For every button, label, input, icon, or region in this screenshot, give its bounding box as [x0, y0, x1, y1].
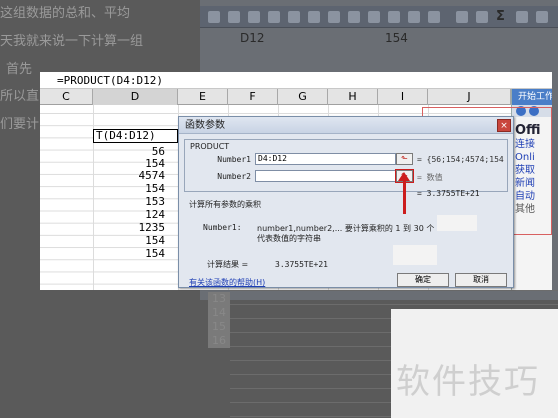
bg-text-line-3: 首先	[6, 62, 33, 77]
cell-value[interactable]: 124	[95, 209, 165, 221]
toolbar-icon	[248, 11, 260, 23]
autosum-icon: Σ	[496, 9, 505, 24]
bg-name-box: D12	[240, 31, 265, 45]
toolbar-icon	[368, 11, 380, 23]
dialog-title: 函数参数	[179, 117, 513, 134]
number2-label: Number2	[217, 172, 251, 181]
help-link[interactable]: 有关该函数的帮助(H)	[189, 277, 265, 288]
toolbar-icon	[516, 11, 528, 23]
toolbar-icon	[348, 11, 360, 23]
collapse-dialog-button[interactable]: ⬑	[396, 153, 413, 165]
number1-input[interactable]: D4:D12	[255, 153, 396, 165]
cell-value[interactable]: 4574	[95, 170, 166, 182]
cancel-button[interactable]: 取消	[455, 273, 507, 287]
function-name: PRODUCT	[188, 142, 232, 151]
column-header-i[interactable]: I	[378, 89, 428, 105]
bg-row-number: 13	[208, 292, 230, 306]
column-header-e[interactable]: E	[178, 89, 228, 105]
result-value: 3.3755TE+21	[275, 260, 328, 269]
number2-input[interactable]	[255, 170, 396, 182]
column-header-h[interactable]: H	[328, 89, 378, 105]
result-label: 计算结果 =	[207, 260, 249, 269]
function-arguments-dialog: 函数参数 × PRODUCT Number1 D4:D12 ⬑ = {56;15…	[178, 116, 514, 288]
task-pane: 开始工作 Offi 连接 Onli 获取 新闻 自动 其他	[422, 89, 552, 290]
watermark: 软件技巧	[396, 362, 540, 402]
red-arrow-head	[398, 172, 410, 181]
column-header-d[interactable]: D	[93, 89, 178, 105]
ok-button[interactable]: 确定	[397, 273, 449, 287]
bg-row-number: 16	[208, 334, 230, 348]
toolbar-icon	[536, 11, 548, 23]
number1-label: Number1	[217, 155, 251, 164]
column-headers: C D E F G H I J	[40, 89, 552, 105]
function-group	[184, 139, 508, 192]
toolbar-icon	[328, 11, 340, 23]
close-button[interactable]: ×	[497, 119, 511, 132]
toolbar-icon	[288, 11, 300, 23]
column-header-f[interactable]: F	[228, 89, 278, 105]
task-pane-title: 开始工作	[512, 89, 552, 105]
bg-row-number: 15	[208, 320, 230, 334]
editing-cell[interactable]: T(D4:D12)	[93, 129, 178, 143]
bg-text-line-4: 所以直	[0, 89, 40, 104]
cell-value[interactable]: 154	[95, 235, 165, 247]
cell-value[interactable]: 1235	[95, 222, 166, 234]
toolbar-icon	[228, 11, 240, 23]
number2-result: = 数值	[417, 173, 443, 182]
toolbar-icon	[208, 11, 220, 23]
bg-formula-value: 154	[385, 31, 408, 45]
total-result: = 3.3755TE+21	[417, 189, 480, 198]
column-header-j[interactable]: J	[428, 89, 511, 105]
cell-value[interactable]: 154	[95, 183, 165, 195]
blur-patch	[437, 215, 477, 231]
toolbar-icon	[456, 11, 468, 23]
bg-toolbar: Σ	[200, 6, 558, 28]
bg-text-line-1: 这组数据的总和、平均	[0, 6, 131, 21]
cell-value[interactable]: 153	[95, 196, 165, 208]
bg-text-line-5: 们要计	[0, 117, 40, 132]
toolbar-icon	[388, 11, 400, 23]
red-arrow	[403, 178, 406, 214]
number1-result: = {56;154;4574;154	[417, 155, 504, 164]
formula-bar[interactable]: =PRODUCT(D4:D12)	[40, 72, 552, 89]
bg-text-line-2: 天我就来说一下计算一组	[0, 34, 144, 49]
column-header-c[interactable]: C	[40, 89, 93, 105]
bg-row-number: 14	[208, 306, 230, 320]
toolbar-icon	[408, 11, 420, 23]
cell-value[interactable]: 154	[95, 248, 165, 260]
function-description: 计算所有参数的乘积	[189, 200, 261, 209]
param-description-2: 代表数值的字符串	[257, 234, 321, 243]
toolbar-icon	[308, 11, 320, 23]
blur-patch	[393, 245, 437, 265]
param-label: Number1:	[203, 223, 242, 232]
toolbar-icon	[476, 11, 488, 23]
toolbar-icon	[268, 11, 280, 23]
column-header-g[interactable]: G	[278, 89, 328, 105]
toolbar-icon	[428, 11, 440, 23]
